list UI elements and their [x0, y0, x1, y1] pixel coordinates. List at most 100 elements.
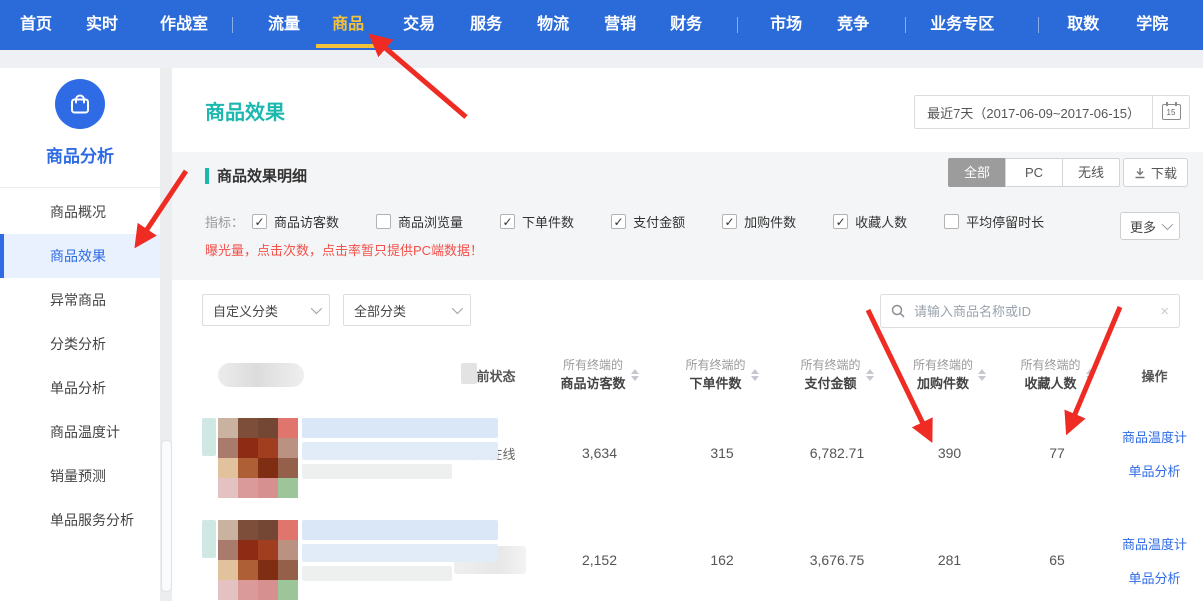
- dropdown-value: 自定义分类: [213, 301, 278, 320]
- checkbox-label: 商品浏览量: [398, 212, 463, 231]
- checkbox-avg-stay-time[interactable]: ✓ 平均停留时长: [944, 212, 1044, 231]
- nav-item-home[interactable]: 首页: [20, 0, 52, 50]
- cell-actions: 商品温度计 单品分析: [1107, 504, 1202, 601]
- product-thermometer-link[interactable]: 商品温度计: [1122, 534, 1187, 553]
- sort-icon[interactable]: [631, 369, 639, 381]
- cell-payment: 3,676.75: [782, 552, 892, 568]
- sort-icon[interactable]: [978, 369, 986, 381]
- download-button[interactable]: 下载: [1123, 158, 1188, 187]
- header-prefix: 所有终端的: [685, 356, 745, 374]
- table-row: 2,152 162 3,676.75 281 65 商品温度计 单品分析: [202, 504, 1202, 601]
- check-icon: ✓: [254, 216, 264, 228]
- nav-divider: [232, 17, 233, 33]
- nav-item-competition[interactable]: 竞争: [837, 0, 869, 50]
- censor-blur: [302, 520, 498, 540]
- shopping-bag-icon: [55, 79, 105, 129]
- checkbox-product-views[interactable]: ✓ 商品浏览量: [376, 212, 463, 231]
- nav-divider: [737, 17, 738, 33]
- nav-item-logistics[interactable]: 物流: [537, 0, 569, 50]
- nav-item-service[interactable]: 服务: [470, 0, 502, 50]
- product-thermometer-link[interactable]: 商品温度计: [1122, 427, 1187, 446]
- sidebar-item-sales-forecast[interactable]: 销量预测: [0, 454, 160, 498]
- checkbox-cart-adds[interactable]: ✓ 加购件数: [722, 212, 796, 231]
- more-metrics-button[interactable]: 更多: [1120, 212, 1180, 240]
- pc-data-notice: 曝光量，点击次数，点击率暂只提供PC端数据！: [205, 240, 483, 259]
- detail-section: 商品效果明细 全部 PC 无线 下载 指标： ✓ 商品访客数 ✓ 商品浏览量 ✓: [172, 152, 1203, 280]
- nav-item-business-zone[interactable]: 业务专区: [930, 0, 994, 50]
- checkbox-label: 下单件数: [522, 212, 574, 231]
- nav-item-finance[interactable]: 财务: [670, 0, 702, 50]
- censor-blur: [302, 544, 498, 562]
- sidebar-item-product-thermometer[interactable]: 商品温度计: [0, 410, 160, 454]
- censored-product-image: [218, 520, 298, 600]
- tab-all[interactable]: 全部: [948, 158, 1006, 187]
- checkbox-order-items[interactable]: ✓ 下单件数: [500, 212, 574, 231]
- nav-item-marketing[interactable]: 营销: [604, 0, 636, 50]
- search-input[interactable]: [912, 303, 1160, 320]
- nav-item-traffic[interactable]: 流量: [268, 0, 300, 50]
- check-icon: ✓: [836, 216, 846, 228]
- checkbox-favorites[interactable]: ✓ 收藏人数: [833, 212, 907, 231]
- nav-item-trade[interactable]: 交易: [403, 0, 435, 50]
- table-header-row: 当前状态 所有终端的商品访客数 所有终端的下单件数 所有终端的支付金额 所有终端…: [202, 348, 1202, 402]
- all-category-dropdown[interactable]: 全部分类: [343, 294, 471, 326]
- header-status: 当前状态: [442, 366, 537, 385]
- checkbox-box: ✓: [833, 214, 848, 229]
- header-metric-name: 加购件数: [913, 374, 973, 394]
- header-prefix: 所有终端的: [560, 356, 625, 374]
- checkbox-box: ✓: [376, 214, 391, 229]
- sidebar-menu: 商品概况 商品效果 异常商品 分类分析 单品分析 商品温度计 销量预测 单品服务…: [0, 190, 160, 542]
- header-metric-name: 收藏人数: [1020, 374, 1080, 394]
- nav-item-warroom[interactable]: 作战室: [160, 0, 208, 50]
- tab-wireless[interactable]: 无线: [1062, 158, 1120, 187]
- product-search-box: ×: [880, 294, 1180, 328]
- sort-icon[interactable]: [866, 369, 874, 381]
- censored-header-blur: [218, 363, 304, 387]
- section-title: 商品效果明细: [205, 165, 307, 186]
- check-icon: ✓: [503, 216, 513, 228]
- section-title-bar: [205, 168, 209, 184]
- header-cart-adds: 所有终端的加购件数: [892, 356, 1007, 394]
- sidebar-item-product-overview[interactable]: 商品概况: [0, 190, 160, 234]
- checkbox-product-visitors[interactable]: ✓ 商品访客数: [252, 212, 339, 231]
- terminal-tabs: 全部 PC 无线: [949, 158, 1120, 187]
- date-range-text: 最近7天（2017-06-09~2017-06-15）: [915, 103, 1152, 122]
- metric-filters: 指标： ✓ 商品访客数 ✓ 商品浏览量 ✓ 下单件数 ✓ 支付金额 ✓ 加购件数: [205, 212, 1081, 231]
- nav-item-product[interactable]: 商品: [332, 0, 364, 50]
- header-prefix: 所有终端的: [1020, 356, 1080, 374]
- header-visitors: 所有终端的商品访客数: [537, 356, 662, 394]
- custom-category-dropdown[interactable]: 自定义分类: [202, 294, 330, 326]
- scrollbar-thumb[interactable]: [161, 440, 172, 592]
- nav-item-realtime[interactable]: 实时: [86, 0, 118, 50]
- header-orders: 所有终端的下单件数: [662, 356, 782, 394]
- single-product-analysis-link[interactable]: 单品分析: [1128, 461, 1180, 480]
- checkbox-label: 支付金额: [633, 212, 685, 231]
- date-range-picker[interactable]: 最近7天（2017-06-09~2017-06-15） 15: [914, 95, 1190, 129]
- sort-icon[interactable]: [1086, 369, 1094, 381]
- cell-favorites: 77: [1007, 445, 1107, 461]
- nav-item-data-fetch[interactable]: 取数: [1067, 0, 1099, 50]
- sidebar-item-abnormal-products[interactable]: 异常商品: [0, 278, 160, 322]
- sidebar-section-title: 商品分析: [0, 142, 160, 167]
- sidebar-item-single-product-analysis[interactable]: 单品分析: [0, 366, 160, 410]
- single-product-analysis-link[interactable]: 单品分析: [1128, 568, 1180, 587]
- cell-product-info: [202, 504, 442, 601]
- sidebar-item-single-product-service[interactable]: 单品服务分析: [0, 498, 160, 542]
- censor-blur: [302, 464, 452, 479]
- dropdown-value: 全部分类: [354, 301, 406, 320]
- filters-label: 指标：: [205, 212, 244, 231]
- nav-item-market[interactable]: 市场: [770, 0, 802, 50]
- nav-item-academy[interactable]: 学院: [1136, 0, 1168, 50]
- tab-pc[interactable]: PC: [1005, 158, 1063, 187]
- clear-search-icon[interactable]: ×: [1160, 303, 1169, 320]
- checkbox-box: ✓: [722, 214, 737, 229]
- nav-divider: [905, 17, 906, 33]
- sidebar: 商品分析 商品概况 商品效果 异常商品 分类分析 单品分析 商品温度计 销量预测…: [0, 68, 160, 601]
- sidebar-header: 商品分析: [0, 68, 160, 188]
- nav-divider: [1038, 17, 1039, 33]
- checkbox-payment-amount[interactable]: ✓ 支付金额: [611, 212, 685, 231]
- header-action: 操作: [1107, 366, 1202, 385]
- sort-icon[interactable]: [751, 369, 759, 381]
- sidebar-item-category-analysis[interactable]: 分类分析: [0, 322, 160, 366]
- sidebar-item-product-effect[interactable]: 商品效果: [0, 234, 160, 278]
